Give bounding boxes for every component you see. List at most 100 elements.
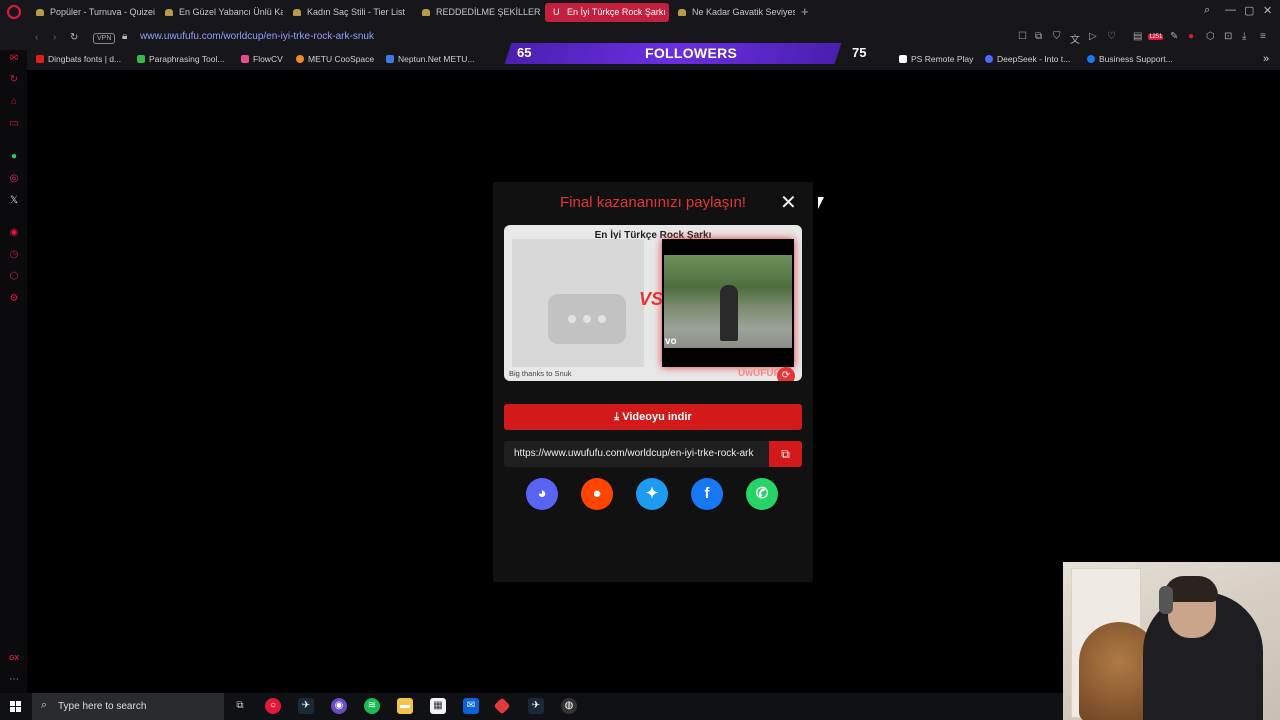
snapshot-icon[interactable]: ⧉ xyxy=(1035,31,1042,42)
twitter-icon: ✦ xyxy=(645,485,659,502)
bookmark-favicon-icon xyxy=(899,55,907,63)
bookmark-label: Dingbats fonts | d... xyxy=(48,54,122,64)
tab-1[interactable]: En Güzel Yabancı Ünlü Ka xyxy=(157,3,283,22)
shield-icon[interactable]: ⛉ xyxy=(1053,31,1061,42)
bookmark-item[interactable]: METU CooSpace xyxy=(296,54,374,64)
bookmark-label: METU CooSpace xyxy=(308,54,375,64)
bookmark-item[interactable]: DeepSeek - Into t... xyxy=(985,54,1070,64)
copy-icon[interactable]: ⧉ xyxy=(769,441,802,467)
whatsapp-share-button[interactable]: ✆ xyxy=(746,478,778,510)
reload-icon[interactable]: ↻ xyxy=(70,32,78,43)
twitch-icon[interactable]: ▭ xyxy=(8,118,20,130)
search-icon: ⌕ xyxy=(41,699,48,711)
maximize-icon[interactable]: ▢ xyxy=(1244,4,1254,17)
extension-icon[interactable]: ▤ xyxy=(1133,31,1142,42)
bookmark-item[interactable]: Dingbats fonts | d... xyxy=(36,54,121,64)
whatsapp-sidebar-icon[interactable]: ● xyxy=(8,151,20,163)
x-sidebar-icon[interactable]: 𝕏 xyxy=(8,195,20,207)
search-tabs-icon[interactable]: ⌕ xyxy=(1204,4,1210,17)
obs-taskbar-icon[interactable]: ◍ xyxy=(561,698,577,714)
opera-logo-icon[interactable] xyxy=(7,5,21,19)
winner-thumbnail: vo xyxy=(662,239,794,367)
edit-icon[interactable]: ✎ xyxy=(1170,31,1178,42)
messenger-icon[interactable]: ✉ xyxy=(8,53,20,65)
bookmark-item[interactable]: PS Remote Play xyxy=(899,54,973,64)
tab-label: Ne Kadar Gavatik Seviyes xyxy=(692,7,795,17)
followers-label: FOLLOWERS xyxy=(645,45,738,61)
followers-goal: 75 xyxy=(852,45,867,60)
steam-taskbar-icon[interactable]: ✈ xyxy=(298,698,314,714)
download-icon[interactable]: ⤓ xyxy=(1242,31,1246,42)
discord-share-button[interactable]: ◕ xyxy=(526,478,558,510)
download-video-button[interactable]: ⤓ Videoyu indir xyxy=(504,404,802,430)
close-window-icon[interactable]: ✕ xyxy=(1263,4,1272,17)
bookmark-item[interactable]: Paraphrasing Tool... xyxy=(137,54,224,64)
tab-favicon-icon xyxy=(36,9,44,16)
tab-label: REDDEDİLME ŞEKİLLERİ | xyxy=(436,7,540,17)
minimize-icon[interactable]: — xyxy=(1225,4,1236,16)
facebook-icon: f xyxy=(704,485,710,502)
tab-5[interactable]: Ne Kadar Gavatik Seviyes xyxy=(670,3,795,22)
heart-icon[interactable]: ♡ xyxy=(1107,31,1116,42)
translate-icon[interactable]: 文 xyxy=(1070,31,1080,46)
menu-icon[interactable]: ≡ xyxy=(1260,31,1266,42)
headset-icon xyxy=(1159,586,1173,614)
bookmark-item[interactable]: Business Support... xyxy=(1087,54,1173,64)
bookmark-item[interactable]: FlowCV xyxy=(241,54,283,64)
file-explorer-taskbar-icon[interactable]: ▬ xyxy=(397,698,413,714)
tab-0[interactable]: Popüler - Turnuva - Quizei xyxy=(28,3,156,22)
wallet-icon[interactable]: ⊡ xyxy=(1224,31,1232,42)
tab-4-active[interactable]: U En İyi Türkçe Rock Şarkı | xyxy=(545,3,669,22)
tab-2[interactable]: Kadın Saç Stili - Tier List xyxy=(285,3,410,22)
bookmark-label: Business Support... xyxy=(1099,54,1173,64)
settings-icon[interactable]: ⚙ xyxy=(8,293,20,305)
loser-thumbnail xyxy=(512,239,644,367)
chrome-taskbar-icon[interactable]: ◉ xyxy=(331,698,347,714)
share-url-text[interactable]: https://www.uwufufu.com/worldcup/en-iyi-… xyxy=(514,448,772,459)
history-icon[interactable]: ↻ xyxy=(8,74,20,86)
vpn-badge[interactable]: VPN xyxy=(93,33,116,44)
tab-favicon-icon xyxy=(678,9,686,16)
gx-corner-icon[interactable]: ● xyxy=(1188,31,1194,42)
outlook-taskbar-icon[interactable]: ✉ xyxy=(463,698,479,714)
bookmark-icon[interactable]: ☐ xyxy=(1018,31,1027,42)
taskbar-search[interactable]: ⌕ Type here to search xyxy=(32,693,224,720)
task-view-icon[interactable]: ⧉ xyxy=(232,698,248,714)
spotify-taskbar-icon[interactable]: ≋ xyxy=(364,698,380,714)
bookmark-favicon-icon xyxy=(985,55,993,63)
more-icon[interactable]: ⋯ xyxy=(8,674,20,686)
play-icon[interactable]: ▷ xyxy=(1089,31,1097,42)
url-field[interactable]: www.uwufufu.com/worldcup/en-iyi-trke-roc… xyxy=(140,31,374,42)
taskbar: ⌕ Type here to search ⧉ ○ ✈ ◉ ≋ ▬ ▦ ✉ ✈ … xyxy=(0,693,1063,720)
twitter-share-button[interactable]: ✦ xyxy=(636,478,668,510)
tab-3[interactable]: REDDEDİLME ŞEKİLLERİ | xyxy=(414,3,540,22)
clock-icon[interactable]: ◷ xyxy=(8,249,20,261)
store-taskbar-icon[interactable]: ▦ xyxy=(430,698,446,714)
refresh-icon[interactable]: ⟳ xyxy=(777,367,795,381)
share-url-field[interactable]: https://www.uwufufu.com/worldcup/en-iyi-… xyxy=(504,441,802,467)
cube-icon[interactable]: ⬡ xyxy=(8,271,20,283)
opera-gx-taskbar-icon[interactable]: ○ xyxy=(265,698,281,714)
more-bookmarks-icon[interactable]: » xyxy=(1263,53,1269,65)
close-icon[interactable]: ✕ xyxy=(780,193,797,213)
gx-control-icon[interactable]: GX xyxy=(8,653,20,665)
download-label: Videoyu indir xyxy=(622,411,692,423)
instagram-sidebar-icon[interactable]: ◎ xyxy=(8,173,20,185)
bookmark-label: Neptun.Net METU... xyxy=(398,54,475,64)
player-icon[interactable]: ◉ xyxy=(8,227,20,239)
puzzle-icon[interactable]: ⬡ xyxy=(1206,31,1215,42)
windows-start-icon[interactable] xyxy=(10,701,21,712)
bookmark-favicon-icon xyxy=(386,55,394,63)
bookmark-item[interactable]: Neptun.Net METU... xyxy=(386,54,475,64)
new-tab-button[interactable]: + xyxy=(801,4,809,19)
lock-icon[interactable]: 🔒︎ xyxy=(122,31,127,42)
app-diamond-taskbar-icon[interactable] xyxy=(493,697,511,715)
facebook-share-button[interactable]: f xyxy=(691,478,723,510)
bookmark-label: FlowCV xyxy=(253,54,283,64)
extension-badge[interactable]: 1251 xyxy=(1148,34,1164,40)
aria-icon[interactable]: ⌂ xyxy=(8,96,20,108)
back-icon[interactable]: ‹ xyxy=(35,32,38,43)
steam2-taskbar-icon[interactable]: ✈ xyxy=(528,698,544,714)
forward-icon[interactable]: › xyxy=(53,32,56,43)
reddit-share-button[interactable]: ● xyxy=(581,478,613,510)
